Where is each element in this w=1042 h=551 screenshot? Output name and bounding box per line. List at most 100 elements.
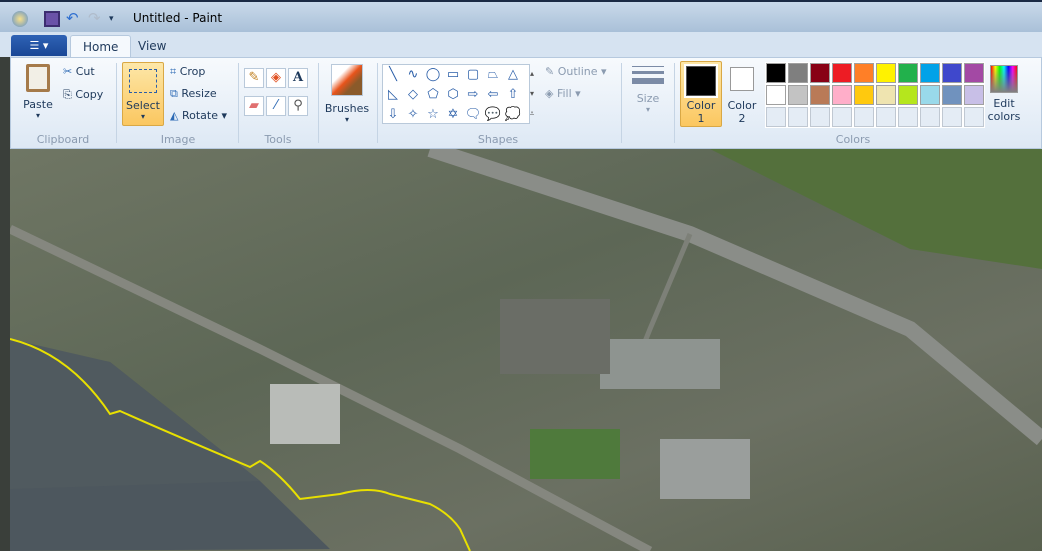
title-bar: ↶ ↷ ▾ Untitled - Paint xyxy=(0,0,1042,32)
cut-button[interactable]: ✂ Cut xyxy=(63,65,95,78)
fill-button[interactable]: ◈ Fill ▾ xyxy=(545,87,581,100)
tab-home[interactable]: Home xyxy=(70,35,132,57)
outline-label: Outline xyxy=(557,65,598,78)
tools-group-label: Tools xyxy=(264,133,292,146)
aerial-photo xyxy=(10,149,1042,551)
tab-view[interactable]: View xyxy=(126,35,178,57)
resize-button[interactable]: ⧉ Resize xyxy=(170,87,217,101)
shape-option[interactable]: ◯ xyxy=(423,65,443,85)
color-swatch[interactable] xyxy=(963,84,985,106)
building xyxy=(660,439,750,499)
water-area xyxy=(10,339,260,489)
rotate-label: Rotate xyxy=(181,109,218,122)
shape-option[interactable]: ⇨ xyxy=(463,85,483,105)
color-spectrum-icon xyxy=(990,65,1018,93)
shape-option[interactable]: ✡ xyxy=(443,105,463,125)
color-swatch[interactable] xyxy=(765,62,787,84)
color-swatch[interactable] xyxy=(919,84,941,106)
shape-option[interactable]: ╲ xyxy=(383,65,403,85)
select-icon xyxy=(129,69,157,93)
shape-option[interactable]: ⏢ xyxy=(483,65,503,85)
text-icon[interactable]: A xyxy=(288,68,308,88)
shape-option[interactable]: ✧ xyxy=(403,105,423,125)
shape-option[interactable]: ⇧ xyxy=(503,85,523,105)
color-swatch[interactable] xyxy=(963,62,985,84)
pencil-icon[interactable]: ✎ xyxy=(244,68,264,88)
customize-quick-access-icon[interactable]: ▾ xyxy=(109,11,125,27)
color-swatch[interactable] xyxy=(853,62,875,84)
cut-label: Cut xyxy=(75,65,95,78)
rotate-button[interactable]: ◭ Rotate ▾ xyxy=(170,109,227,122)
save-icon[interactable] xyxy=(44,11,60,27)
shape-option[interactable]: ⬠ xyxy=(423,85,443,105)
copy-label: Copy xyxy=(75,88,104,101)
shape-option[interactable]: 💭 xyxy=(503,105,523,125)
empty-custom-swatch[interactable] xyxy=(787,106,809,128)
shape-option[interactable]: ▢ xyxy=(463,65,483,85)
color1-button[interactable]: Color 1 xyxy=(680,61,722,127)
paste-button[interactable]: Paste ▾ xyxy=(22,62,54,120)
color-swatch[interactable] xyxy=(853,84,875,106)
shape-option[interactable]: △ xyxy=(503,65,523,85)
paint-app-icon[interactable] xyxy=(12,11,28,27)
color-swatch[interactable] xyxy=(809,84,831,106)
empty-custom-swatch[interactable] xyxy=(765,106,787,128)
shape-option[interactable]: ⇩ xyxy=(383,105,403,125)
eraser-icon[interactable]: ▰ xyxy=(244,96,264,116)
shape-option[interactable]: 💬 xyxy=(483,105,503,125)
color-swatch[interactable] xyxy=(897,62,919,84)
color-swatch[interactable] xyxy=(897,84,919,106)
shape-option[interactable]: ◺ xyxy=(383,85,403,105)
color-swatch[interactable] xyxy=(919,62,941,84)
empty-custom-swatch[interactable] xyxy=(853,106,875,128)
shape-option[interactable]: ⇦ xyxy=(483,85,503,105)
crop-button[interactable]: ⌗ Crop xyxy=(170,65,205,79)
color-swatch[interactable] xyxy=(875,84,897,106)
rotate-icon: ◭ xyxy=(170,109,179,122)
color-swatch[interactable] xyxy=(875,62,897,84)
color-swatch[interactable] xyxy=(809,62,831,84)
color-swatch[interactable] xyxy=(787,62,809,84)
color-swatch[interactable] xyxy=(765,84,787,106)
building xyxy=(600,339,720,389)
shape-option[interactable]: ⬡ xyxy=(443,85,463,105)
undo-icon[interactable]: ↶ xyxy=(66,11,82,27)
shape-option[interactable]: ◇ xyxy=(403,85,423,105)
color-swatch[interactable] xyxy=(941,84,963,106)
color-swatch[interactable] xyxy=(941,62,963,84)
shapes-scrollbar[interactable]: ▴ ▾ ⩡ xyxy=(526,64,538,124)
color-swatch[interactable] xyxy=(831,84,853,106)
color1-swatch xyxy=(684,64,718,98)
sports-field xyxy=(530,429,620,479)
shape-option[interactable]: 🗨 xyxy=(463,105,483,125)
outline-button[interactable]: ✎ Outline ▾ xyxy=(545,65,607,78)
magnifier-icon[interactable]: ⚲ xyxy=(288,96,308,116)
edit-colors-button[interactable]: Edit colors xyxy=(986,63,1022,123)
fill-icon[interactable]: ◈ xyxy=(266,68,286,88)
empty-custom-swatch[interactable] xyxy=(941,106,963,128)
shape-option[interactable]: ☆ xyxy=(423,105,443,125)
color-palette xyxy=(765,62,985,128)
empty-custom-swatch[interactable] xyxy=(875,106,897,128)
divider xyxy=(238,63,239,143)
color-picker-icon[interactable]: ⁄ xyxy=(266,96,286,116)
empty-custom-swatch[interactable] xyxy=(963,106,985,128)
crop-label: Crop xyxy=(179,65,206,78)
select-button[interactable]: Select ▾ xyxy=(122,62,164,126)
copy-button[interactable]: ⎘ Copy xyxy=(63,88,103,102)
color-swatch[interactable] xyxy=(787,84,809,106)
drawing-canvas[interactable] xyxy=(10,149,1042,551)
clipboard-group-label: Clipboard xyxy=(36,133,90,146)
empty-custom-swatch[interactable] xyxy=(831,106,853,128)
color-swatch[interactable] xyxy=(831,62,853,84)
empty-custom-swatch[interactable] xyxy=(897,106,919,128)
paint-menu-button[interactable]: ☰ ▾ xyxy=(11,35,67,56)
redo-icon[interactable]: ↷ xyxy=(88,11,104,27)
empty-custom-swatch[interactable] xyxy=(919,106,941,128)
shape-option[interactable]: ▭ xyxy=(443,65,463,85)
shape-option[interactable]: ∿ xyxy=(403,65,423,85)
size-button[interactable]: Size ▾ xyxy=(630,66,666,114)
empty-custom-swatch[interactable] xyxy=(809,106,831,128)
color2-button[interactable]: Color 2 xyxy=(726,61,758,125)
brushes-button[interactable]: Brushes ▾ xyxy=(322,62,372,124)
